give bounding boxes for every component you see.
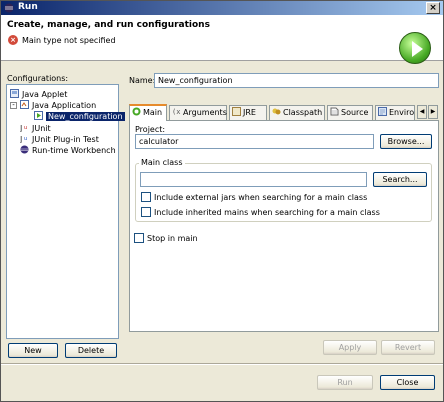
banner-title: Create, manage, and run configurations (7, 20, 210, 30)
junit-icon: Ju (20, 124, 27, 132)
collapse-icon[interactable]: - (10, 102, 17, 109)
tab-jre[interactable]: JRE (229, 105, 267, 120)
tree-item-junit[interactable]: Ju JUnit (20, 123, 51, 134)
main-tab-icon (132, 107, 141, 116)
delete-button[interactable]: Delete (65, 343, 117, 358)
include-external-jars-checkbox[interactable] (141, 192, 151, 202)
tree-item-label: JUnit (32, 124, 51, 133)
stop-in-main-label: Stop in main (147, 234, 198, 243)
tree-item-runtime-workbench[interactable]: Run-time Workbench (20, 145, 116, 156)
project-label: Project: (135, 125, 166, 134)
tab-scroll-right-icon[interactable]: ▶ (428, 105, 438, 119)
main-tab-panel (129, 120, 439, 332)
tab-label: Main (143, 108, 163, 117)
run-banner-icon (399, 32, 431, 64)
title-bar[interactable]: Run × (1, 1, 443, 15)
run-button[interactable]: Run (317, 375, 373, 390)
svg-text:u: u (24, 125, 27, 131)
launch-config-icon (34, 111, 43, 120)
tree-item-label: JUnit Plug-in Test (32, 135, 99, 144)
tree-item-java-application[interactable]: Java Application (20, 100, 96, 111)
name-label: Name: (129, 76, 156, 85)
error-message: Main type not specified (22, 36, 116, 45)
tree-item-label: New_configuration (46, 112, 125, 121)
run-dialog: Run × Create, manage, and run configurat… (0, 0, 444, 402)
junit-plugin-icon: Ju (20, 135, 27, 143)
tab-label: Enviror (389, 108, 415, 117)
svg-text:J: J (20, 124, 22, 132)
configurations-label: Configurations: (7, 74, 69, 83)
error-icon: × (8, 35, 18, 45)
main-class-field[interactable] (140, 172, 367, 187)
tab-scroll-left-icon[interactable]: ◀ (417, 105, 427, 119)
tree-item-label: Run-time Workbench (32, 146, 116, 155)
tab-label: Classpath (283, 108, 323, 117)
classpath-icon (272, 108, 281, 115)
tree-item-junit-plugin-test[interactable]: Ju JUnit Plug-in Test (20, 134, 99, 145)
tab-environment[interactable]: Enviror (375, 105, 415, 120)
source-icon (330, 107, 339, 116)
config-tabs: Main (x)Arguments JRE Classpath Source E… (129, 104, 439, 121)
main-class-group-label: Main class (139, 158, 185, 167)
revert-button[interactable]: Revert (381, 340, 435, 355)
dialog-banner: Create, manage, and run configurations ×… (1, 15, 443, 64)
environment-icon (378, 107, 387, 116)
include-external-jars-label: Include external jars when searching for… (154, 193, 368, 202)
tab-label: JRE (243, 108, 256, 117)
workbench-icon (20, 145, 29, 154)
tab-classpath[interactable]: Classpath (269, 105, 325, 120)
tab-label: Source (341, 108, 369, 117)
eclipse-icon (4, 3, 14, 13)
close-button[interactable]: Close (380, 375, 435, 390)
tab-source[interactable]: Source (327, 105, 373, 120)
configurations-tree[interactable]: Java Applet - Java Application New_confi… (6, 84, 125, 339)
tree-item-java-applet[interactable]: Java Applet (10, 89, 67, 100)
java-applet-icon (10, 89, 19, 98)
footer-divider (1, 363, 443, 365)
project-field[interactable]: calculator (135, 134, 374, 149)
stop-in-main-checkbox[interactable] (134, 233, 144, 243)
tree-item-label: Java Applet (22, 90, 68, 99)
name-field[interactable]: New_configuration (154, 73, 439, 88)
tab-label: Arguments (183, 108, 227, 117)
tab-main[interactable]: Main (129, 104, 167, 121)
jre-icon (232, 107, 241, 116)
window-title: Run (18, 2, 38, 12)
window-close-button[interactable]: × (426, 2, 440, 14)
search-button[interactable]: Search... (373, 172, 427, 187)
tab-arguments[interactable]: (x)Arguments (169, 105, 227, 120)
java-application-icon (20, 100, 29, 109)
browse-button[interactable]: Browse... (380, 134, 432, 149)
new-button[interactable]: New (8, 343, 58, 358)
tree-item-label: Java Application (32, 101, 97, 110)
svg-text:u: u (24, 136, 27, 142)
svg-text:(x): (x) (172, 108, 181, 116)
include-inherited-mains-label: Include inherited mains when searching f… (154, 208, 380, 217)
tree-item-new-configuration[interactable]: New_configuration (34, 111, 125, 122)
include-inherited-mains-checkbox[interactable] (141, 207, 151, 217)
arguments-icon: (x) (172, 108, 181, 116)
svg-text:J: J (20, 135, 22, 143)
apply-button[interactable]: Apply (323, 340, 377, 355)
